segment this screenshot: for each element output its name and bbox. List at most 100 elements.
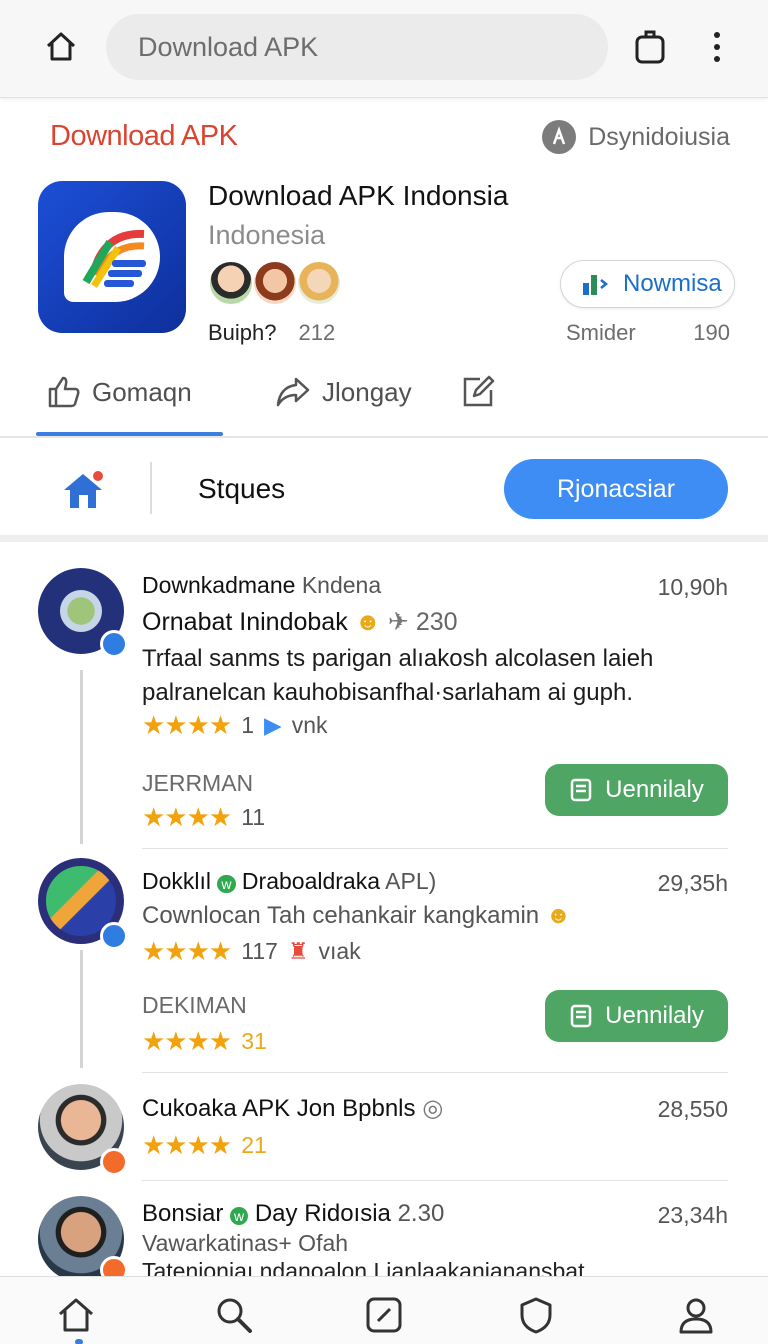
headline-text: Ornabat Inindobak — [142, 608, 348, 636]
side-value: 190 — [693, 320, 730, 345]
category-chip[interactable]: Nowmisa — [560, 260, 735, 308]
tab-share[interactable]: Jlongay — [274, 372, 412, 412]
site-brand[interactable]: Download APK — [50, 120, 238, 153]
rating-extra: vnk — [291, 712, 328, 738]
tabs-icon — [635, 30, 665, 64]
flame-badge-icon — [100, 1148, 128, 1176]
app-icon — [38, 181, 186, 333]
post-author[interactable]: Dokklıl w Draboaldraka APL) — [142, 868, 436, 895]
verified-badge-icon — [100, 630, 128, 658]
emoji-icon: ☻ — [545, 902, 572, 929]
post-subline: Vawarkatinas+ Ofah — [142, 1230, 349, 1256]
browser-toolbar: Download APK — [0, 0, 768, 98]
post-author[interactable]: Downkadmane Kndena — [142, 572, 381, 599]
avatar — [296, 260, 342, 306]
post-category: JERRMAN — [142, 770, 254, 796]
post-category: DEKIMAN — [142, 992, 247, 1018]
avatar — [252, 260, 298, 306]
post-headline: Ornabat Inindobak ☻ ✈ 230 — [142, 607, 458, 637]
house-icon — [64, 471, 103, 508]
more-options-button[interactable] — [700, 26, 734, 68]
post-time: 10,90h — [657, 574, 728, 600]
app-title: Download APK Indonsia — [208, 180, 509, 211]
post-time: 23,34h — [657, 1202, 728, 1228]
flame-badge-icon — [100, 1256, 128, 1276]
side-label: Smider — [566, 320, 636, 345]
post-rating: ★★★★ 1 ▶ vnk — [142, 710, 328, 741]
divider — [142, 848, 728, 849]
author-extra: Day Ridoısia — [254, 1200, 391, 1227]
post-rating: ★★★★ 21 — [142, 1130, 267, 1161]
app-side-meta: Smider 190 — [566, 320, 730, 346]
address-bar[interactable]: Download APK — [106, 14, 608, 80]
verified-badge-icon — [100, 922, 128, 950]
author-extra: Draboaldraka — [241, 868, 381, 894]
install-button[interactable]: Uennilaly — [545, 990, 728, 1042]
star-rating-icon: ★★★★ — [142, 1026, 232, 1056]
nav-security[interactable] — [514, 1293, 558, 1337]
install-label: Uennilaly — [605, 1002, 704, 1029]
search-icon — [217, 1298, 252, 1333]
app-subtitle: Indonesia — [208, 220, 326, 250]
chip-label: Nowmisa — [623, 270, 722, 297]
post-author[interactable]: Bonsiar w Day Ridoısia 2.30 — [142, 1200, 444, 1228]
thread-line — [80, 670, 83, 844]
developer-link[interactable]: Dsynidoiusia — [542, 120, 730, 154]
post-rating: ★★★★ 117 ♜ vıak — [142, 936, 361, 967]
app-logo-bubble — [64, 212, 160, 302]
thread-line — [80, 950, 83, 1068]
app-meta: Buiph? 212 — [208, 320, 335, 346]
meta-value: 212 — [298, 320, 336, 345]
category-rating: ★★★★ 11 — [142, 802, 265, 833]
author-name: Bonsiar — [142, 1200, 224, 1227]
wechat-icon: w — [230, 1207, 249, 1225]
post-body: Trfaal sanms ts parigan alıakosh alcolas… — [142, 645, 654, 706]
nav-search[interactable] — [212, 1293, 256, 1337]
post-body: Tatenioniaı ndanoalon Ljanlaakanianansba… — [142, 1258, 591, 1276]
nav-edit[interactable] — [362, 1293, 406, 1337]
rating-count: 1 — [241, 712, 255, 738]
section-label[interactable]: Stques — [198, 473, 285, 505]
tab-like[interactable]: Gomaqn — [46, 372, 192, 412]
edit-icon — [463, 375, 495, 407]
star-rating-icon: ★★★★ — [142, 1130, 232, 1160]
primary-action-button[interactable]: Rjonacsiar — [504, 459, 728, 519]
post-time: 29,35h — [657, 870, 728, 896]
share-icon — [276, 377, 310, 407]
toolbar-divider — [150, 462, 152, 514]
category-rating: ★★★★ 31 — [142, 1026, 267, 1057]
active-tab-indicator — [36, 432, 223, 436]
home-icon — [59, 1298, 93, 1332]
author-name: Dokklıl — [142, 868, 212, 894]
author-tail: 2.30 — [397, 1200, 445, 1227]
rating-count: 117 — [241, 938, 278, 964]
rating-count: 21 — [241, 1132, 267, 1158]
headline-text: Cownlocan Tah cehankair kangkamin — [142, 902, 540, 929]
wechat-icon: w — [217, 875, 236, 893]
nav-home[interactable] — [54, 1293, 98, 1337]
install-icon — [570, 1004, 592, 1028]
author-tail: APL) — [385, 868, 437, 894]
post-author[interactable]: Cukoaka APK Jon Bpbnls ◎ — [142, 1094, 443, 1123]
reviewer-avatars — [208, 260, 342, 306]
home-button[interactable] — [40, 26, 82, 68]
avatar — [208, 260, 254, 306]
thumbs-up-icon — [48, 376, 80, 408]
emoji-icon: ☻ — [354, 608, 381, 636]
category-count: 31 — [241, 1028, 267, 1054]
category-count: 11 — [241, 804, 266, 830]
active-nav-indicator — [75, 1339, 83, 1344]
install-button[interactable]: Uennilaly — [545, 764, 728, 816]
developer-name: Dsynidoiusia — [588, 122, 730, 151]
edit-square-icon — [366, 1297, 402, 1333]
meta-label: Buiph? — [208, 320, 277, 345]
nav-profile[interactable] — [674, 1293, 718, 1337]
author-name: Cukoaka APK Jon Bpbnls — [142, 1095, 416, 1122]
home-shortcut[interactable] — [60, 468, 106, 514]
headline-count: 230 — [415, 608, 458, 636]
action-tabs: Gomaqn Jlongay — [0, 362, 768, 438]
tab-edit[interactable] — [460, 372, 506, 412]
gift-icon: ♜ — [287, 938, 309, 964]
profile-icon — [679, 1298, 713, 1334]
tabs-button[interactable] — [628, 26, 674, 68]
